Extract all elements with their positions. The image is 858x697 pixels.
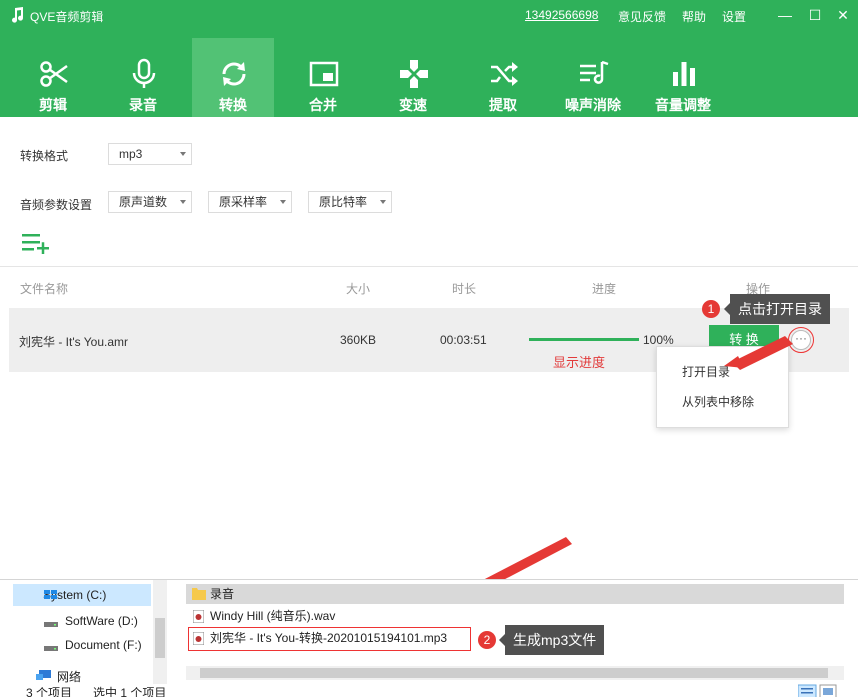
nav-item-document-f[interactable]: Document (F:) (65, 638, 142, 652)
nav-item-software-d[interactable]: SoftWare (D:) (65, 614, 138, 628)
app-window: QVE音频剪辑 13492566698 意见反馈 帮助 设置 — ☐ ✕ 剪辑 (0, 0, 858, 697)
list-item[interactable]: 录音 (186, 584, 844, 604)
list-item[interactable]: Windy Hill (纯音乐).wav (186, 606, 844, 626)
nav-item-system-c[interactable]: System (C:) (13, 584, 151, 606)
nav-scrollbar-thumb[interactable] (155, 618, 165, 658)
horizontal-scrollbar-thumb[interactable] (200, 668, 828, 678)
view-toggle-icon[interactable] (798, 684, 838, 697)
drive-icon (44, 622, 58, 627)
status-item-count: 3 个项目 (26, 686, 73, 697)
network-icon (36, 670, 51, 680)
step-badge-1: 1 (702, 300, 720, 318)
audio-file-icon (193, 610, 204, 623)
windows-drive-icon (44, 590, 57, 599)
nav-item-network[interactable]: 网络 (57, 668, 81, 685)
step-badge-2: 2 (478, 631, 496, 649)
file-name-recordings: 录音 (210, 587, 235, 601)
status-selected-count: 选中 1 个项目 (93, 686, 167, 697)
drive-icon (44, 646, 58, 651)
highlight-box (188, 627, 471, 651)
file-name-windy-hill: Windy Hill (纯音乐).wav (210, 609, 336, 623)
folder-icon (192, 588, 206, 600)
tooltip-open-directory: 点击打开目录 (724, 294, 830, 324)
tooltip-generated-file: 生成mp3文件 (498, 625, 605, 655)
